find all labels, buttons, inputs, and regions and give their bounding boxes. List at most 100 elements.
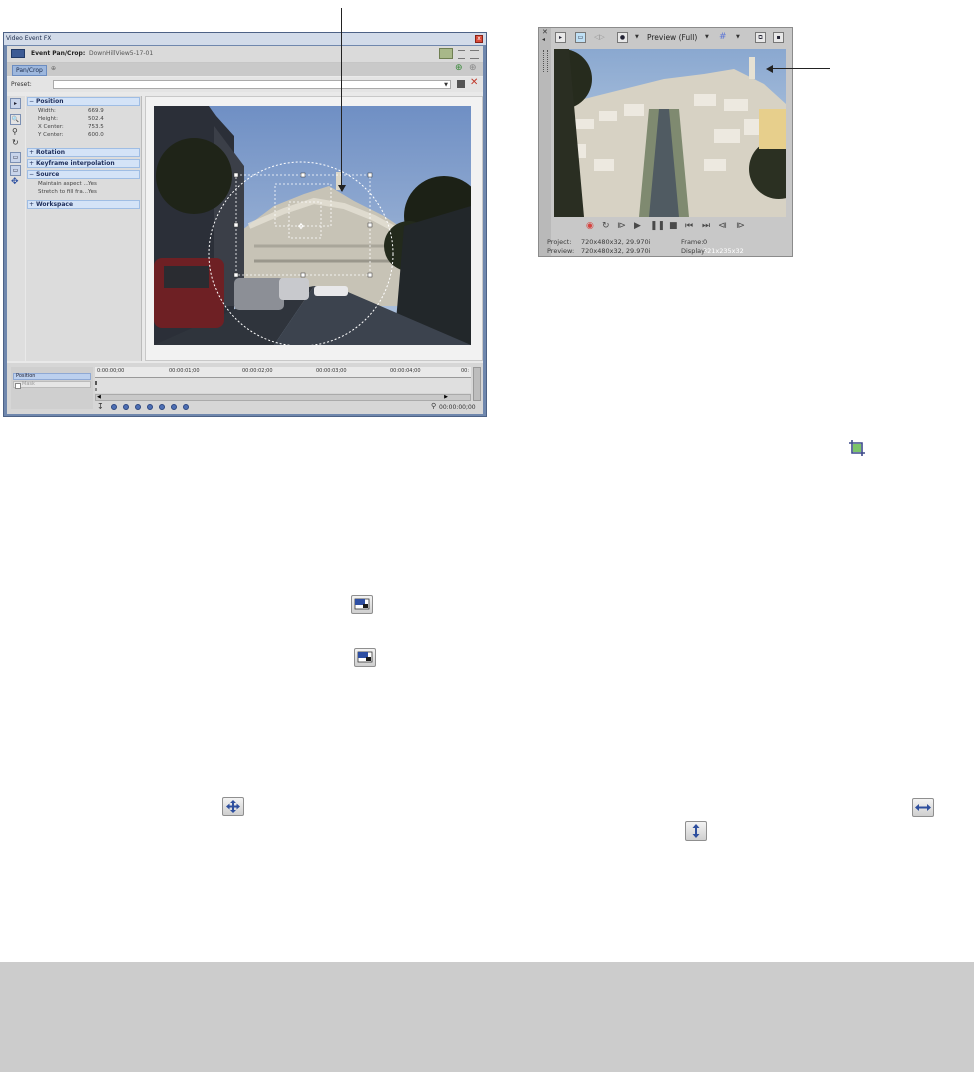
mask-checkbox[interactable] (15, 383, 21, 389)
prop-stretch-to-fill[interactable]: Stretch to fill fra... Yes (38, 189, 138, 195)
timeline-ruler[interactable]: 0:00:00;00 00:00:01;00 00:00:02;00 00:00… (95, 367, 471, 378)
horizontal-scrollbar[interactable]: ◀ ▶ (95, 394, 471, 401)
fit-icon[interactable]: ▭ (10, 165, 21, 176)
workspace-fit-icon (351, 595, 373, 614)
prop-x-center[interactable]: X Center: 753.5 (38, 124, 138, 130)
display-value: 321x235x32 (703, 247, 744, 255)
tick-label: 00:00:04;00 (390, 368, 421, 374)
preset-row: Preset: ▼ ✕ (7, 77, 483, 92)
tab-pan-crop[interactable]: Pan/Crop (12, 65, 47, 76)
stop-icon[interactable]: ■ (669, 221, 678, 231)
pause-icon[interactable]: ❚❚ (650, 221, 665, 231)
sync-cursor-icon[interactable]: ↧ (97, 402, 104, 411)
track-position[interactable]: Position (13, 373, 91, 380)
section-rotation[interactable]: + Rotation (27, 148, 140, 157)
tick-label: 00: (461, 368, 470, 374)
keyframe-track[interactable] (95, 378, 471, 393)
project-properties-icon[interactable]: ▸ (555, 32, 566, 43)
section-source[interactable]: − Source (27, 170, 140, 179)
chevron-down-icon: ▼ (444, 82, 448, 88)
section-workspace[interactable]: + Workspace (27, 200, 140, 209)
go-to-end-icon[interactable]: ⏭ (702, 221, 710, 231)
prev-keyframe-icon[interactable] (123, 404, 129, 410)
record-icon[interactable]: ◉ (586, 221, 594, 231)
fx-tab-row: Pan/Crop ⊕ ⊕ ⊕ (7, 63, 483, 76)
crop-icon (848, 439, 866, 457)
add-keyframe-icon[interactable]: ⊕ (455, 63, 463, 73)
list-icon[interactable] (458, 50, 465, 59)
play-from-start-icon[interactable]: ⧐ (617, 221, 626, 231)
preset-dropdown[interactable]: ▼ (53, 80, 451, 89)
rotate-icon[interactable]: ↻ (12, 138, 19, 147)
delete-preset-icon[interactable]: ✕ (470, 77, 478, 88)
vertical-scrollbar[interactable] (473, 367, 481, 401)
remove-keyframe-button-icon[interactable] (171, 404, 177, 410)
section-position[interactable]: − Position (27, 97, 140, 106)
add-keyframe-button-icon[interactable] (159, 404, 165, 410)
preview-status: Project: 720x480x32, 29.970i Frame: 0 Pr… (547, 236, 787, 256)
event-label: Event Pan/Crop: (31, 50, 86, 57)
normal-edit-tool-icon[interactable]: ▸ (10, 98, 21, 109)
save-snapshot-icon[interactable]: ▪ (773, 32, 784, 43)
loop-icon[interactable] (183, 404, 189, 410)
chevron-down-icon[interactable]: ▼ (635, 34, 639, 40)
source-image[interactable]: ✥ (154, 106, 471, 345)
prop-width[interactable]: Width: 669.9 (38, 108, 138, 114)
project-label: Project: (547, 238, 572, 246)
go-to-start-icon[interactable]: ⏮ (685, 221, 693, 231)
workspace-icon[interactable]: ▭ (10, 152, 21, 163)
prop-y-center[interactable]: Y Center: 600.0 (38, 132, 138, 138)
track-mask[interactable]: Mask (13, 381, 91, 389)
horizontal-move-icon (912, 798, 934, 817)
time-display: 00:00:00;00 (439, 404, 476, 411)
external-monitor-icon[interactable]: ▭ (575, 32, 586, 43)
workspace-fit-icon-2 (354, 648, 376, 667)
plugin-chain-icon[interactable]: ⊕ (51, 65, 56, 72)
play-icon[interactable]: ▶ (634, 221, 641, 231)
pin-icon[interactable]: ◂ (542, 36, 545, 43)
remove-keyframe-icon[interactable]: ⊕ (469, 63, 477, 73)
callout-arrowhead (338, 185, 346, 192)
first-keyframe-icon[interactable] (111, 404, 117, 410)
chevron-down-icon[interactable]: ▼ (705, 34, 709, 40)
overlays-grid-icon[interactable]: # (719, 32, 727, 42)
loop-playback-icon[interactable]: ↻ (602, 221, 610, 231)
menu-icon[interactable] (470, 50, 479, 59)
frame-label: Frame: (681, 238, 704, 246)
prop-maintain-aspect[interactable]: Maintain aspect ... Yes (38, 181, 138, 187)
scroll-right-icon[interactable]: ▶ (444, 394, 448, 400)
magnify-icon[interactable]: ⚲ (12, 127, 18, 136)
svg-text:✥: ✥ (298, 222, 305, 231)
close-icon[interactable]: ✕ (542, 28, 548, 36)
tick-label: 00:00:02;00 (242, 368, 273, 374)
keyframe-marker[interactable] (95, 381, 97, 385)
save-preset-icon[interactable] (457, 80, 465, 88)
preview-value: 720x480x32, 29.970i (581, 247, 651, 255)
keyframe-marker[interactable] (95, 388, 97, 391)
chevron-down-icon[interactable]: ▼ (736, 34, 740, 40)
prop-height[interactable]: Height: 502.4 (38, 116, 138, 122)
section-keyframe-interpolation[interactable]: + Keyframe interpolation (27, 159, 140, 168)
video-preview-window: ✕ ◂ ▸ ▭ ◁▷ ● ▼ Preview (Full) ▼ # ▼ ⧉ ▪ (538, 27, 793, 257)
window-title: Video Event FX (6, 35, 52, 42)
preview-quality-icon[interactable]: ● (617, 32, 628, 43)
split-screen-icon[interactable]: ◁▷ (594, 33, 605, 41)
callout-line (341, 8, 342, 191)
scroll-left-icon[interactable]: ◀ (97, 394, 101, 400)
event-name: DownHillView5-17-01 (89, 50, 154, 57)
dock-grip[interactable] (543, 50, 548, 72)
next-frame-icon[interactable]: ⧐ (736, 221, 745, 231)
preview-mode-dropdown[interactable]: Preview (Full) (647, 33, 697, 42)
next-keyframe-icon[interactable] (135, 404, 141, 410)
tick-label: 0:00:00;00 (97, 368, 125, 374)
copy-snapshot-icon[interactable]: ⧉ (755, 32, 766, 43)
zoom-tool-icon[interactable]: 🔍 (10, 114, 21, 125)
move-free-icon[interactable]: ✥ (11, 177, 19, 187)
frame-value: 0 (703, 238, 708, 246)
window-dock-bar: ✕ ◂ (539, 28, 551, 256)
previous-frame-icon[interactable]: ⧏ (718, 221, 727, 231)
close-icon[interactable]: x (475, 35, 483, 43)
last-keyframe-icon[interactable] (147, 404, 153, 410)
fx-chain-icon[interactable] (11, 49, 25, 58)
bypass-icon[interactable] (439, 48, 453, 59)
